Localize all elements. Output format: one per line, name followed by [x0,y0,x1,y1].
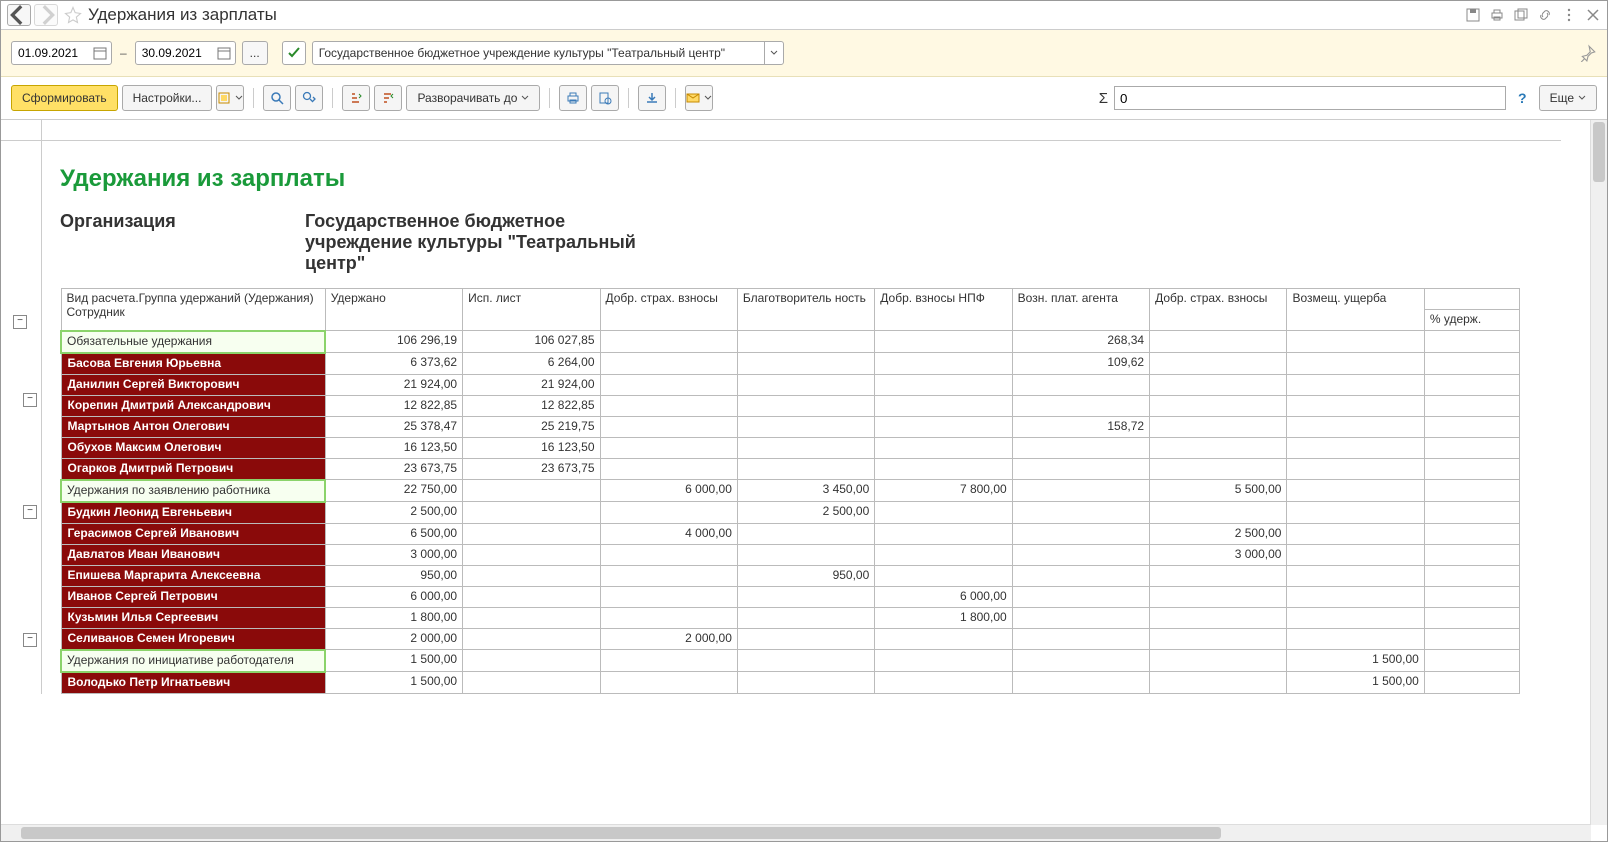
col-head: Добр. взносы НПФ [875,289,1012,331]
col-head: Добр. страх. взносы [1150,289,1287,331]
save-icon[interactable] [1465,7,1481,23]
save-button[interactable] [638,85,666,111]
employee-row[interactable]: Епишева Маргарита Алексеевна950,00950,00 [61,565,1520,586]
employee-row[interactable]: Давлатов Иван Иванович3 000,003 000,00 [61,544,1520,565]
params-bar: – ... Государственное бюджетное учрежден… [1,30,1607,77]
org-value: Государственное бюджетное учреждение кул… [313,46,764,60]
employee-row[interactable]: Герасимов Сергей Иванович6 500,004 000,0… [61,523,1520,544]
collapse-toggle[interactable]: − [23,505,37,519]
sum-input[interactable] [1114,86,1506,110]
vertical-scrollbar[interactable] [1590,120,1607,825]
find-button[interactable] [263,85,291,111]
find-next-button[interactable] [295,85,323,111]
report-table: Вид расчета.Группа удержаний (Удержания)… [60,288,1520,694]
col-head: Возн. плат. агента [1012,289,1149,331]
email-button[interactable] [685,85,713,111]
calendar-icon[interactable] [217,46,231,60]
collapse-toggle[interactable]: − [23,633,37,647]
group-row[interactable]: Удержания по заявлению работника22 750,0… [61,480,1520,502]
employee-row[interactable]: Обухов Максим Олегович16 123,5016 123,50 [61,437,1520,458]
toolbar: Сформировать Настройки... Разворачивать … [1,77,1607,120]
favorite-icon[interactable] [64,6,82,24]
calendar-icon[interactable] [93,46,107,60]
employee-row[interactable]: Кузьмин Илья Сергеевич1 800,001 800,00 [61,607,1520,628]
collapse-toggle[interactable]: − [13,315,27,329]
employee-row[interactable]: Иванов Сергей Петрович6 000,006 000,00 [61,586,1520,607]
employee-row[interactable]: Володько Петр Игнатьевич1 500,001 500,00 [61,672,1520,694]
report-title: Удержания из зарплаты [60,165,1561,193]
ruler-top [1,120,1561,141]
back-button[interactable] [7,4,31,26]
collapse-toggle[interactable]: − [23,393,37,407]
window-title: Удержания из зарплаты [88,5,277,25]
employee-row[interactable]: Будкин Леонид Евгеньевич2 500,002 500,00 [61,502,1520,524]
col-head: Добр. страх. взносы [600,289,737,331]
date-dash: – [120,46,127,60]
pin-icon[interactable] [1579,44,1597,62]
more-icon[interactable] [1561,7,1577,23]
report-content: Удержания из зарплаты Организация Госуда… [42,141,1561,694]
col-head: Возмещ. ущерба [1287,289,1424,331]
titlebar: Удержания из зарплаты [1,1,1607,30]
run-button[interactable]: Сформировать [11,85,118,111]
col-head: % удерж. [1424,310,1519,331]
group-row[interactable]: Удержания по инициативе работодателя1 50… [61,650,1520,672]
forward-button[interactable] [34,4,58,26]
period-picker-button[interactable]: ... [242,41,268,65]
org-label: Организация [60,211,305,274]
outline-gutter: − − − − [1,141,42,694]
employee-row[interactable]: Огарков Дмитрий Петрович23 673,7523 673,… [61,458,1520,480]
col-head-blank [1424,289,1519,310]
sigma-label: Σ [1099,90,1108,107]
dropdown-icon[interactable] [764,42,783,64]
employee-row[interactable]: Данилин Сергей Викторович21 924,0021 924… [61,374,1520,395]
col-head: Удержано [325,289,462,331]
org-select[interactable]: Государственное бюджетное учреждение кул… [312,41,784,65]
link-icon[interactable] [1537,7,1553,23]
horizontal-scrollbar[interactable] [1,824,1591,841]
col-head: Благотворитель ность [737,289,874,331]
variants-button[interactable] [216,85,244,111]
employee-row[interactable]: Селиванов Семен Игоревич2 000,002 000,00 [61,628,1520,650]
print-icon[interactable] [1489,7,1505,23]
date-to-field[interactable] [140,45,214,61]
org-value-report: Государственное бюджетное учреждение кул… [305,211,675,274]
more-button[interactable]: Еще [1539,85,1597,111]
report-area: − − − − Удержания из зарплаты Организаци… [1,120,1607,841]
date-to-input[interactable] [135,41,236,65]
employee-row[interactable]: Корепин Дмитрий Александрович12 822,8512… [61,395,1520,416]
settings-button[interactable]: Настройки... [122,85,213,111]
employee-row[interactable]: Басова Евгения Юрьевна6 373,626 264,0010… [61,353,1520,375]
col-head-main: Вид расчета.Группа удержаний (Удержания)… [61,289,325,331]
preview-button[interactable] [591,85,619,111]
close-icon[interactable] [1585,7,1601,23]
app-window: Удержания из зарплаты – ... Государствен… [0,0,1608,842]
org-checkbox[interactable] [282,41,306,65]
date-from-field[interactable] [16,45,90,61]
print-button[interactable] [559,85,587,111]
expand-all-button[interactable] [342,85,370,111]
employee-row[interactable]: Мартынов Антон Олегович25 378,4725 219,7… [61,416,1520,437]
group-row[interactable]: Обязательные удержания106 296,19106 027,… [61,331,1520,353]
expand-to-button[interactable]: Разворачивать до [406,85,540,111]
collapse-all-button[interactable] [374,85,402,111]
help-button[interactable]: ? [1518,90,1527,106]
col-head: Исп. лист [463,289,600,331]
date-from-input[interactable] [11,41,112,65]
new-window-icon[interactable] [1513,7,1529,23]
